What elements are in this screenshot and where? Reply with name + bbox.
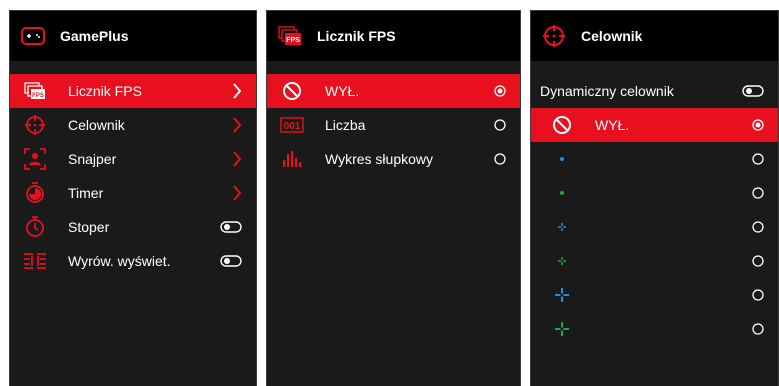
option-green-dot[interactable] xyxy=(531,176,778,210)
menu-item-fps-counter[interactable]: FPS Licznik FPS xyxy=(10,74,256,108)
radio-unselected[interactable] xyxy=(752,278,764,312)
radio-unselected[interactable] xyxy=(494,142,506,176)
green-cross-icon xyxy=(549,316,575,342)
blue-small-cross-icon xyxy=(549,214,575,240)
toggle-switch[interactable] xyxy=(220,210,242,244)
crosshair-options: Dynamiczny celownik WYŁ. xyxy=(531,74,778,346)
option-off[interactable]: WYŁ. xyxy=(267,74,520,108)
fps-header: FPS Licznik FPS xyxy=(267,11,520,61)
menu-item-timer[interactable]: Timer xyxy=(10,176,256,210)
gamepad-icon xyxy=(20,23,46,49)
blue-cross-icon xyxy=(549,282,575,308)
gameplus-menu: FPS Licznik FPS Celownik Snajper Timer S… xyxy=(10,74,256,278)
chevron-right-icon xyxy=(232,108,242,142)
option-blue-cross[interactable] xyxy=(531,278,778,312)
option-label: WYŁ. xyxy=(325,83,360,99)
sniper-icon xyxy=(22,146,48,172)
display-align-icon xyxy=(22,248,48,274)
radio-selected[interactable] xyxy=(494,74,506,108)
number-icon: 001 xyxy=(279,112,305,138)
menu-item-stopwatch[interactable]: Stoper xyxy=(10,210,256,244)
gameplus-header: GamePlus xyxy=(10,11,256,61)
option-label: WYŁ. xyxy=(595,117,630,133)
option-off[interactable]: WYŁ. xyxy=(531,108,778,142)
panel-title: GamePlus xyxy=(60,28,129,44)
dynamic-crosshair-label: Dynamiczny celownik xyxy=(540,83,674,99)
crosshair-panel: Celownik Dynamiczny celownik WYŁ. xyxy=(530,10,779,386)
fps-icon: FPS xyxy=(277,23,303,49)
option-label: Liczba xyxy=(325,117,366,133)
fps-icon: FPS xyxy=(22,78,48,104)
radio-unselected[interactable] xyxy=(752,210,764,244)
chevron-right-icon xyxy=(232,74,242,108)
option-bar-graph[interactable]: Wykres słupkowy xyxy=(267,142,520,176)
svg-text:FPS: FPS xyxy=(32,93,44,99)
menu-item-sniper[interactable]: Snajper xyxy=(10,142,256,176)
radio-unselected[interactable] xyxy=(752,142,764,176)
blue-dot-icon xyxy=(549,146,575,172)
menu-item-label: Stoper xyxy=(68,219,110,235)
green-small-cross-icon xyxy=(549,248,575,274)
menu-item-label: Snajper xyxy=(68,151,117,167)
option-number[interactable]: 001 Liczba xyxy=(267,108,520,142)
option-blue-dot[interactable] xyxy=(531,142,778,176)
svg-text:FPS: FPS xyxy=(286,37,300,44)
bar-graph-icon xyxy=(279,146,305,172)
toggle-switch[interactable] xyxy=(742,74,764,108)
menu-item-label: Celownik xyxy=(68,117,125,133)
fps-counter-panel: FPS Licznik FPS WYŁ. 001 Liczba Wykres s… xyxy=(266,10,521,386)
timer-icon xyxy=(22,180,48,206)
menu-item-crosshair[interactable]: Celownik xyxy=(10,108,256,142)
chevron-right-icon xyxy=(232,142,242,176)
gameplus-panel: GamePlus FPS Licznik FPS Celownik Snajpe… xyxy=(9,10,257,386)
radio-unselected[interactable] xyxy=(752,244,764,278)
chevron-right-icon xyxy=(232,176,242,210)
green-dot-icon xyxy=(549,180,575,206)
off-icon xyxy=(279,78,305,104)
crosshair-header: Celownik xyxy=(531,11,778,61)
off-icon xyxy=(549,112,575,138)
stopwatch-icon xyxy=(22,214,48,240)
radio-selected[interactable] xyxy=(752,108,764,142)
crosshair-icon xyxy=(22,112,48,138)
number-icon-text: 001 xyxy=(284,121,301,132)
fps-options: WYŁ. 001 Liczba Wykres słupkowy xyxy=(267,74,520,176)
radio-unselected[interactable] xyxy=(494,108,506,142)
toggle-switch[interactable] xyxy=(220,244,242,278)
option-label: Wykres słupkowy xyxy=(325,151,434,167)
dynamic-crosshair-row[interactable]: Dynamiczny celownik xyxy=(531,74,778,108)
panel-title: Celownik xyxy=(581,28,643,44)
crosshair-icon xyxy=(541,23,567,49)
radio-unselected[interactable] xyxy=(752,176,764,210)
option-green-cross[interactable] xyxy=(531,312,778,346)
option-blue-small-cross[interactable] xyxy=(531,210,778,244)
option-green-small-cross[interactable] xyxy=(531,244,778,278)
panel-title: Licznik FPS xyxy=(317,28,396,44)
menu-item-label: Licznik FPS xyxy=(68,83,142,99)
menu-item-display-align[interactable]: Wyrów. wyświet. xyxy=(10,244,256,278)
menu-item-label: Wyrów. wyświet. xyxy=(68,253,171,269)
radio-unselected[interactable] xyxy=(752,312,764,346)
menu-item-label: Timer xyxy=(68,185,104,201)
